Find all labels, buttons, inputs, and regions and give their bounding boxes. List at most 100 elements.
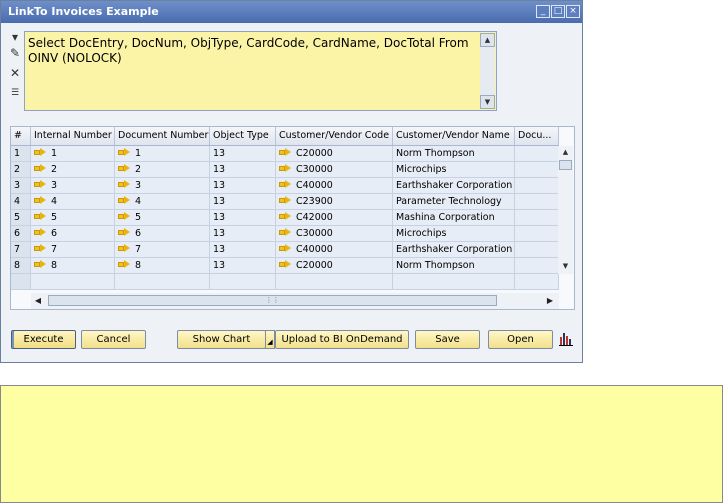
link-arrow-icon[interactable] xyxy=(118,260,130,269)
document-total-cell[interactable] xyxy=(515,242,559,258)
table-row[interactable]: 4 4 4 13 C23900 Parameter Technology xyxy=(11,194,559,210)
customer-vendor-name-cell[interactable]: Norm Thompson xyxy=(393,146,515,162)
grid-horizontal-scrollbar[interactable]: ◀ ⋮⋮ ▶ xyxy=(31,293,559,309)
title-bar[interactable]: LinkTo Invoices Example _ □ × xyxy=(1,1,582,23)
link-arrow-icon[interactable] xyxy=(118,228,130,237)
customer-vendor-code-cell[interactable]: C20000 xyxy=(276,146,393,162)
link-arrow-icon[interactable] xyxy=(34,212,46,221)
link-arrow-icon[interactable] xyxy=(279,148,291,157)
customer-vendor-code-cell[interactable]: C23900 xyxy=(276,194,393,210)
scroll-down-icon[interactable]: ▼ xyxy=(480,95,495,109)
table-row[interactable]: 2 2 2 13 C30000 Microchips xyxy=(11,162,559,178)
customer-vendor-code-cell[interactable]: C30000 xyxy=(276,226,393,242)
customer-vendor-code-cell[interactable]: C40000 xyxy=(276,178,393,194)
open-button[interactable]: Open xyxy=(488,330,553,349)
document-total-cell[interactable] xyxy=(515,226,559,242)
header-internal-number[interactable]: Internal Number xyxy=(31,127,115,145)
customer-vendor-name-cell[interactable]: Earthshaker Corporation xyxy=(393,242,515,258)
row-number-cell[interactable]: 6 xyxy=(11,226,31,242)
internal-number-cell[interactable]: 7 xyxy=(31,242,115,258)
scroll-left-icon[interactable]: ◀ xyxy=(31,293,45,309)
internal-number-cell[interactable]: 8 xyxy=(31,258,115,274)
document-total-cell[interactable] xyxy=(515,258,559,274)
header-customer-vendor-name[interactable]: Customer/Vendor Name xyxy=(393,127,515,145)
customer-vendor-name-cell[interactable]: Earthshaker Corporation xyxy=(393,178,515,194)
document-number-cell[interactable]: 2 xyxy=(115,162,210,178)
scroll-up-icon[interactable]: ▲ xyxy=(558,146,573,160)
row-number-cell[interactable]: 8 xyxy=(11,258,31,274)
table-row[interactable]: 7 7 7 13 C40000 Earthshaker Corporation xyxy=(11,242,559,258)
header-document-total[interactable]: Docu... xyxy=(515,127,559,145)
internal-number-cell[interactable]: 2 xyxy=(31,162,115,178)
execute-button[interactable]: Execute xyxy=(11,330,76,349)
scroll-thumb[interactable] xyxy=(559,160,572,170)
row-number-cell[interactable]: 2 xyxy=(11,162,31,178)
link-arrow-icon[interactable] xyxy=(118,164,130,173)
table-row[interactable]: 1 1 1 13 C20000 Norm Thompson xyxy=(11,146,559,162)
document-number-cell[interactable]: 7 xyxy=(115,242,210,258)
grid-vertical-scrollbar[interactable]: ▲ ▼ xyxy=(558,146,573,274)
upload-bi-ondemand-button[interactable]: Upload to BI OnDemand xyxy=(275,330,409,349)
internal-number-cell[interactable]: 4 xyxy=(31,194,115,210)
link-arrow-icon[interactable] xyxy=(34,228,46,237)
document-number-cell[interactable]: 5 xyxy=(115,210,210,226)
object-type-cell[interactable]: 13 xyxy=(210,210,276,226)
row-number-cell[interactable]: 3 xyxy=(11,178,31,194)
internal-number-cell[interactable]: 5 xyxy=(31,210,115,226)
object-type-cell[interactable]: 13 xyxy=(210,194,276,210)
header-row-number[interactable]: # xyxy=(11,127,31,145)
save-button[interactable]: Save xyxy=(415,330,480,349)
query-text[interactable]: Select DocEntry, DocNum, ObjType, CardCo… xyxy=(28,36,478,66)
dropdown-arrow-icon[interactable]: ▾ xyxy=(7,29,23,45)
minimize-button[interactable]: _ xyxy=(536,5,550,18)
object-type-cell[interactable]: 13 xyxy=(210,226,276,242)
link-arrow-icon[interactable] xyxy=(279,260,291,269)
document-number-cell[interactable]: 8 xyxy=(115,258,210,274)
link-arrow-icon[interactable] xyxy=(279,212,291,221)
header-object-type[interactable]: Object Type xyxy=(210,127,276,145)
link-arrow-icon[interactable] xyxy=(279,228,291,237)
cancel-button[interactable]: Cancel xyxy=(81,330,146,349)
document-number-cell[interactable]: 3 xyxy=(115,178,210,194)
chart-icon[interactable] xyxy=(559,331,573,346)
scroll-up-icon[interactable]: ▲ xyxy=(480,33,495,47)
document-total-cell[interactable] xyxy=(515,178,559,194)
document-number-cell[interactable]: 4 xyxy=(115,194,210,210)
show-chart-dropdown-icon[interactable]: ◢ xyxy=(265,330,275,349)
object-type-cell[interactable]: 13 xyxy=(210,162,276,178)
link-arrow-icon[interactable] xyxy=(34,260,46,269)
table-row[interactable]: 6 6 6 13 C30000 Microchips xyxy=(11,226,559,242)
document-number-cell[interactable]: 1 xyxy=(115,146,210,162)
link-arrow-icon[interactable] xyxy=(279,180,291,189)
link-arrow-icon[interactable] xyxy=(34,244,46,253)
customer-vendor-code-cell[interactable]: C20000 xyxy=(276,258,393,274)
scroll-down-icon[interactable]: ▼ xyxy=(558,260,573,274)
link-arrow-icon[interactable] xyxy=(34,196,46,205)
header-document-number[interactable]: Document Number xyxy=(115,127,210,145)
row-number-cell[interactable]: 1 xyxy=(11,146,31,162)
header-customer-vendor-code[interactable]: Customer/Vendor Code xyxy=(276,127,393,145)
query-scrollbar[interactable]: ▲ ▼ xyxy=(480,33,495,109)
customer-vendor-code-cell[interactable]: C40000 xyxy=(276,242,393,258)
document-total-cell[interactable] xyxy=(515,162,559,178)
scroll-right-icon[interactable]: ▶ xyxy=(543,293,557,309)
customer-vendor-name-cell[interactable]: Microchips xyxy=(393,162,515,178)
clear-icon[interactable]: ✕ xyxy=(7,65,23,81)
pencil-icon[interactable]: ✎ xyxy=(7,45,23,61)
link-arrow-icon[interactable] xyxy=(118,244,130,253)
link-arrow-icon[interactable] xyxy=(118,212,130,221)
internal-number-cell[interactable]: 1 xyxy=(31,146,115,162)
link-arrow-icon[interactable] xyxy=(118,196,130,205)
document-total-cell[interactable] xyxy=(515,194,559,210)
link-arrow-icon[interactable] xyxy=(279,244,291,253)
link-arrow-icon[interactable] xyxy=(118,148,130,157)
internal-number-cell[interactable]: 3 xyxy=(31,178,115,194)
link-arrow-icon[interactable] xyxy=(279,164,291,173)
document-total-cell[interactable] xyxy=(515,146,559,162)
row-number-cell[interactable]: 7 xyxy=(11,242,31,258)
customer-vendor-name-cell[interactable]: Norm Thompson xyxy=(393,258,515,274)
close-button[interactable]: × xyxy=(566,5,580,18)
maximize-button[interactable]: □ xyxy=(551,5,565,18)
document-total-cell[interactable] xyxy=(515,210,559,226)
customer-vendor-code-cell[interactable]: C30000 xyxy=(276,162,393,178)
